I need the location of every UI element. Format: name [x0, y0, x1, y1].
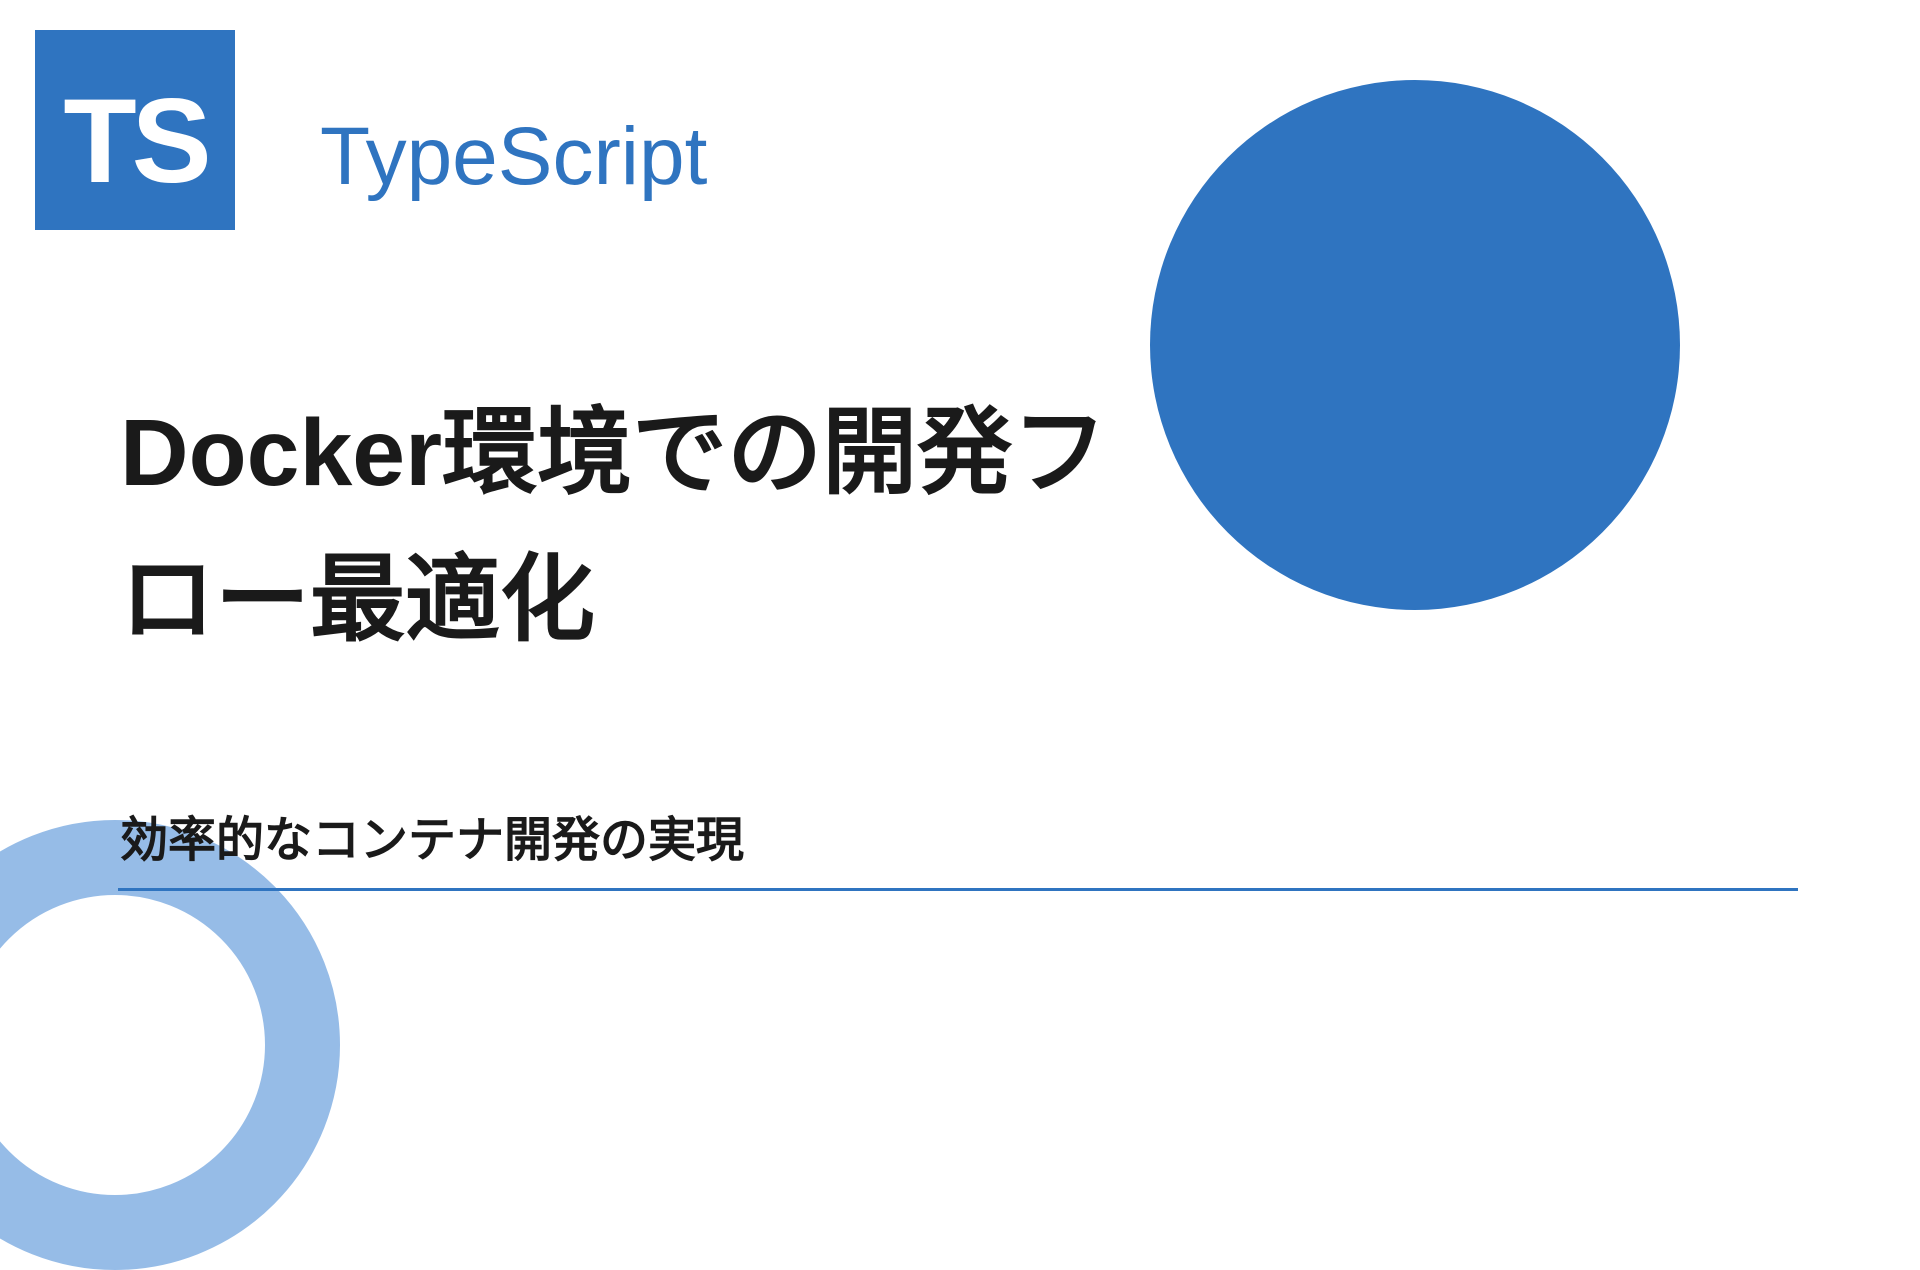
- decorative-circle-solid: [1150, 80, 1680, 610]
- typescript-logo: TS: [35, 30, 235, 230]
- logo-text: TS: [63, 72, 206, 210]
- main-title: Docker環境での開発フロー最適化: [120, 380, 1120, 675]
- title-underline: [118, 888, 1798, 891]
- brand-title: TypeScript: [320, 110, 707, 204]
- subtitle: 効率的なコンテナ開発の実現: [120, 800, 744, 870]
